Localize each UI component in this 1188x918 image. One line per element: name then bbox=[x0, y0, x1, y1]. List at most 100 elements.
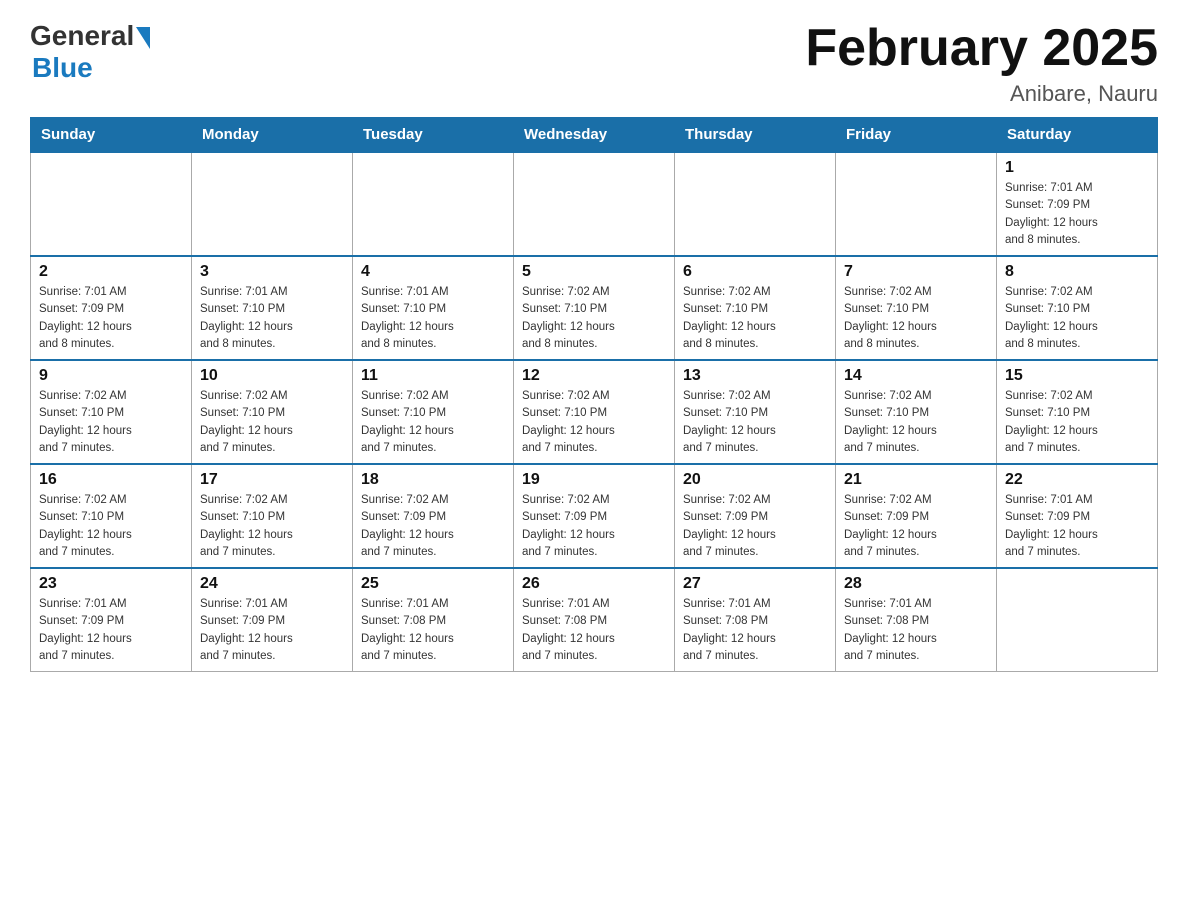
day-number: 15 bbox=[1005, 367, 1149, 385]
location-title: Anibare, Nauru bbox=[805, 81, 1158, 107]
day-info: Sunrise: 7:01 AM Sunset: 7:08 PM Dayligh… bbox=[522, 596, 666, 665]
calendar-cell: 18 Sunrise: 7:02 AM Sunset: 7:09 PM Dayli… bbox=[353, 464, 514, 568]
weekday-header-monday: Monday bbox=[192, 118, 353, 153]
calendar-cell: 24 Sunrise: 7:01 AM Sunset: 7:09 PM Dayli… bbox=[192, 568, 353, 672]
day-info: Sunrise: 7:02 AM Sunset: 7:10 PM Dayligh… bbox=[683, 284, 827, 353]
day-number: 26 bbox=[522, 575, 666, 593]
calendar-cell bbox=[192, 152, 353, 256]
calendar-week-row-5: 23 Sunrise: 7:01 AM Sunset: 7:09 PM Dayli… bbox=[31, 568, 1158, 672]
calendar-cell: 12 Sunrise: 7:02 AM Sunset: 7:10 PM Dayli… bbox=[514, 360, 675, 464]
day-number: 23 bbox=[39, 575, 183, 593]
day-info: Sunrise: 7:02 AM Sunset: 7:10 PM Dayligh… bbox=[1005, 388, 1149, 457]
calendar-cell: 23 Sunrise: 7:01 AM Sunset: 7:09 PM Dayli… bbox=[31, 568, 192, 672]
month-title: February 2025 bbox=[805, 20, 1158, 77]
calendar-cell: 26 Sunrise: 7:01 AM Sunset: 7:08 PM Dayli… bbox=[514, 568, 675, 672]
calendar-cell: 14Sunrise: 7:02 AM Sunset: 7:10 PM Dayli… bbox=[836, 360, 997, 464]
day-info: Sunrise: 7:01 AM Sunset: 7:08 PM Dayligh… bbox=[844, 596, 988, 665]
day-info: Sunrise: 7:01 AM Sunset: 7:10 PM Dayligh… bbox=[200, 284, 344, 353]
logo: General Blue bbox=[30, 20, 150, 84]
calendar-cell: 7 Sunrise: 7:02 AM Sunset: 7:10 PM Daylig… bbox=[836, 256, 997, 360]
calendar-cell: 3 Sunrise: 7:01 AM Sunset: 7:10 PM Daylig… bbox=[192, 256, 353, 360]
calendar-cell bbox=[997, 568, 1158, 672]
day-number: 3 bbox=[200, 263, 344, 281]
weekday-header-sunday: Sunday bbox=[31, 118, 192, 153]
day-number: 4 bbox=[361, 263, 505, 281]
day-info: Sunrise: 7:02 AM Sunset: 7:09 PM Dayligh… bbox=[683, 492, 827, 561]
logo-triangle-icon bbox=[136, 27, 150, 49]
calendar-cell bbox=[675, 152, 836, 256]
calendar-cell: 8 Sunrise: 7:02 AM Sunset: 7:10 PM Daylig… bbox=[997, 256, 1158, 360]
calendar-cell bbox=[31, 152, 192, 256]
title-block: February 2025 Anibare, Nauru bbox=[805, 20, 1158, 107]
day-number: 20 bbox=[683, 471, 827, 489]
calendar-header-row: SundayMondayTuesdayWednesdayThursdayFrid… bbox=[31, 118, 1158, 153]
day-info: Sunrise: 7:01 AM Sunset: 7:10 PM Dayligh… bbox=[361, 284, 505, 353]
day-info: Sunrise: 7:02 AM Sunset: 7:10 PM Dayligh… bbox=[844, 388, 988, 457]
day-number: 12 bbox=[522, 367, 666, 385]
day-info: Sunrise: 7:02 AM Sunset: 7:10 PM Dayligh… bbox=[522, 388, 666, 457]
calendar-cell: 9 Sunrise: 7:02 AM Sunset: 7:10 PM Daylig… bbox=[31, 360, 192, 464]
day-info: Sunrise: 7:02 AM Sunset: 7:10 PM Dayligh… bbox=[1005, 284, 1149, 353]
day-number: 7 bbox=[844, 263, 988, 281]
calendar-cell: 28 Sunrise: 7:01 AM Sunset: 7:08 PM Dayli… bbox=[836, 568, 997, 672]
day-info: Sunrise: 7:01 AM Sunset: 7:09 PM Dayligh… bbox=[200, 596, 344, 665]
day-info: Sunrise: 7:02 AM Sunset: 7:10 PM Dayligh… bbox=[39, 388, 183, 457]
day-info: Sunrise: 7:02 AM Sunset: 7:09 PM Dayligh… bbox=[522, 492, 666, 561]
calendar-cell: 1Sunrise: 7:01 AM Sunset: 7:09 PM Daylig… bbox=[997, 152, 1158, 256]
calendar-cell: 17Sunrise: 7:02 AM Sunset: 7:10 PM Dayli… bbox=[192, 464, 353, 568]
calendar-cell: 16Sunrise: 7:02 AM Sunset: 7:10 PM Dayli… bbox=[31, 464, 192, 568]
day-number: 25 bbox=[361, 575, 505, 593]
calendar-cell: 5Sunrise: 7:02 AM Sunset: 7:10 PM Daylig… bbox=[514, 256, 675, 360]
day-info: Sunrise: 7:02 AM Sunset: 7:09 PM Dayligh… bbox=[844, 492, 988, 561]
calendar-week-row-2: 2Sunrise: 7:01 AM Sunset: 7:09 PM Daylig… bbox=[31, 256, 1158, 360]
day-number: 17 bbox=[200, 471, 344, 489]
calendar-cell: 19 Sunrise: 7:02 AM Sunset: 7:09 PM Dayli… bbox=[514, 464, 675, 568]
calendar-cell: 22 Sunrise: 7:01 AM Sunset: 7:09 PM Dayli… bbox=[997, 464, 1158, 568]
calendar-cell bbox=[836, 152, 997, 256]
day-number: 2 bbox=[39, 263, 183, 281]
day-info: Sunrise: 7:02 AM Sunset: 7:10 PM Dayligh… bbox=[522, 284, 666, 353]
calendar-week-row-3: 9 Sunrise: 7:02 AM Sunset: 7:10 PM Daylig… bbox=[31, 360, 1158, 464]
calendar-cell: 21Sunrise: 7:02 AM Sunset: 7:09 PM Dayli… bbox=[836, 464, 997, 568]
calendar-cell: 10Sunrise: 7:02 AM Sunset: 7:10 PM Dayli… bbox=[192, 360, 353, 464]
day-info: Sunrise: 7:01 AM Sunset: 7:09 PM Dayligh… bbox=[1005, 492, 1149, 561]
calendar-cell: 2Sunrise: 7:01 AM Sunset: 7:09 PM Daylig… bbox=[31, 256, 192, 360]
day-number: 27 bbox=[683, 575, 827, 593]
day-info: Sunrise: 7:01 AM Sunset: 7:08 PM Dayligh… bbox=[361, 596, 505, 665]
day-info: Sunrise: 7:02 AM Sunset: 7:10 PM Dayligh… bbox=[361, 388, 505, 457]
day-number: 16 bbox=[39, 471, 183, 489]
day-number: 8 bbox=[1005, 263, 1149, 281]
weekday-header-thursday: Thursday bbox=[675, 118, 836, 153]
day-number: 22 bbox=[1005, 471, 1149, 489]
calendar-week-row-1: 1Sunrise: 7:01 AM Sunset: 7:09 PM Daylig… bbox=[31, 152, 1158, 256]
day-info: Sunrise: 7:02 AM Sunset: 7:10 PM Dayligh… bbox=[844, 284, 988, 353]
day-number: 18 bbox=[361, 471, 505, 489]
day-number: 28 bbox=[844, 575, 988, 593]
calendar-cell: 13Sunrise: 7:02 AM Sunset: 7:10 PM Dayli… bbox=[675, 360, 836, 464]
calendar-cell: 15 Sunrise: 7:02 AM Sunset: 7:10 PM Dayli… bbox=[997, 360, 1158, 464]
day-number: 6 bbox=[683, 263, 827, 281]
weekday-header-friday: Friday bbox=[836, 118, 997, 153]
calendar-cell: 6 Sunrise: 7:02 AM Sunset: 7:10 PM Daylig… bbox=[675, 256, 836, 360]
day-number: 19 bbox=[522, 471, 666, 489]
logo-general-text: General bbox=[30, 20, 134, 52]
calendar-cell: 25 Sunrise: 7:01 AM Sunset: 7:08 PM Dayli… bbox=[353, 568, 514, 672]
day-info: Sunrise: 7:01 AM Sunset: 7:09 PM Dayligh… bbox=[39, 596, 183, 665]
calendar-cell bbox=[514, 152, 675, 256]
calendar-cell: 11Sunrise: 7:02 AM Sunset: 7:10 PM Dayli… bbox=[353, 360, 514, 464]
logo-blue-text: Blue bbox=[32, 52, 93, 84]
day-info: Sunrise: 7:02 AM Sunset: 7:10 PM Dayligh… bbox=[683, 388, 827, 457]
calendar-cell bbox=[353, 152, 514, 256]
weekday-header-tuesday: Tuesday bbox=[353, 118, 514, 153]
calendar-cell: 20 Sunrise: 7:02 AM Sunset: 7:09 PM Dayli… bbox=[675, 464, 836, 568]
calendar-cell: 27 Sunrise: 7:01 AM Sunset: 7:08 PM Dayli… bbox=[675, 568, 836, 672]
day-number: 24 bbox=[200, 575, 344, 593]
calendar-cell: 4 Sunrise: 7:01 AM Sunset: 7:10 PM Daylig… bbox=[353, 256, 514, 360]
calendar-week-row-4: 16Sunrise: 7:02 AM Sunset: 7:10 PM Dayli… bbox=[31, 464, 1158, 568]
page-header: General Blue February 2025 Anibare, Naur… bbox=[30, 20, 1158, 107]
day-number: 1 bbox=[1005, 159, 1149, 177]
day-info: Sunrise: 7:01 AM Sunset: 7:08 PM Dayligh… bbox=[683, 596, 827, 665]
day-info: Sunrise: 7:02 AM Sunset: 7:09 PM Dayligh… bbox=[361, 492, 505, 561]
day-info: Sunrise: 7:02 AM Sunset: 7:10 PM Dayligh… bbox=[200, 388, 344, 457]
day-number: 9 bbox=[39, 367, 183, 385]
